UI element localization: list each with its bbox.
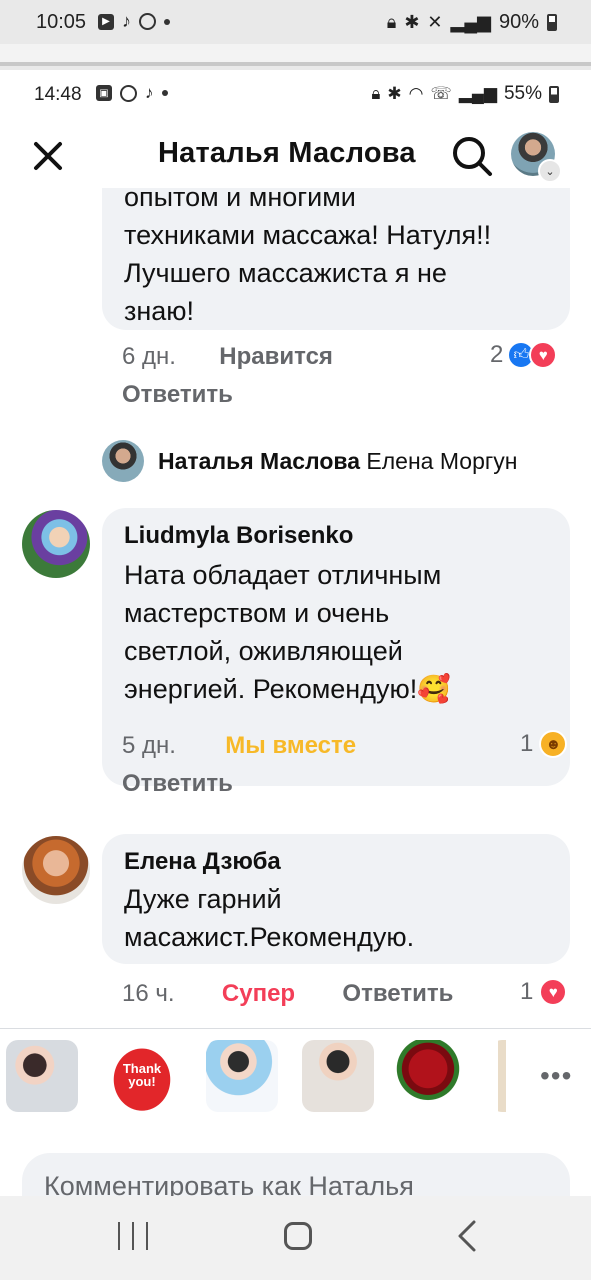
wifi-calling-icon: ☏ (430, 84, 452, 103)
back-icon[interactable] (452, 1218, 484, 1254)
signal-icon: ▂▄▆ (458, 84, 497, 103)
notification-dot-icon (161, 90, 168, 96)
comment-age: 5 дн. (122, 732, 176, 759)
battery-icon (547, 14, 557, 31)
comment-author[interactable]: Елена Дзюба (124, 848, 548, 876)
sticker-rose[interactable] (392, 1040, 464, 1112)
love-reaction-icon: ♥ (529, 341, 558, 369)
sticker-thank-you[interactable]: Thank you! (106, 1040, 178, 1112)
comment-text-line: Ната обладает отличным (124, 560, 442, 590)
sticker-partial[interactable] (490, 1040, 530, 1112)
comment-text-line: энергией. Рекомендую!🥰 (124, 674, 451, 704)
reaction-summary[interactable]: 1 ♥ (520, 978, 568, 1006)
reply-indicator[interactable]: Наталья Маслова Елена Моргун (158, 448, 517, 475)
reaction-count: 1 (520, 730, 534, 757)
outer-status-bar: 10:05 ▶ ♪ 🔒︎ ✱ ✕ ▂▄▆ 90% (0, 0, 591, 44)
instagram-icon (139, 13, 156, 30)
search-icon[interactable] (450, 134, 494, 178)
sticker-tray[interactable]: Thank you! ••• (0, 1030, 591, 1122)
reply-mention: Елена Моргун (366, 448, 518, 474)
comments-header: Наталья Маслова ⌄ (0, 122, 591, 188)
comment-bubble[interactable]: Елена Дзюба Дуже гарний масажист.Рекомен… (102, 834, 570, 964)
avatar[interactable] (22, 510, 90, 578)
outer-battery-percent: 90% (498, 11, 539, 33)
reply-button[interactable]: Ответить (122, 770, 233, 798)
signal-icon: ▂▄▆ (450, 12, 491, 32)
inner-status-bar: 14:48 ▣ ♪ 🔒︎ ✱ ◠ ☏ ▂▄▆ 55% (0, 70, 591, 122)
previous-screen-strip (0, 44, 591, 66)
sticker-thank-you-label: Thank you! (106, 1062, 178, 1088)
outer-status-right-icons: 🔒︎ ✱ ✕ ▂▄▆ 90% (387, 11, 557, 34)
comment-meta: 5 дн. Мы вместе (122, 732, 356, 760)
home-icon[interactable] (284, 1222, 312, 1250)
comment-input[interactable]: Комментировать как Наталья (22, 1153, 570, 1196)
close-icon[interactable] (28, 136, 68, 176)
tiktok-icon: ♪ (122, 11, 131, 31)
outer-status-time: 10:05 (36, 11, 87, 33)
battery-icon (549, 85, 559, 103)
comment-text-line: мастерством и очень (124, 598, 390, 628)
comment-age: 16 ч. (122, 980, 175, 1007)
youtube-icon: ▶ (98, 13, 114, 30)
comment-text-line: светлой, оживляющей (124, 636, 403, 666)
lock-icon: 🔒︎ (386, 12, 397, 32)
outer-status-left-icons: ▶ ♪ (98, 11, 170, 32)
system-navigation-bar (0, 1196, 591, 1280)
bluetooth-icon: ✱ (404, 12, 420, 32)
reaction-count: 2 (490, 341, 504, 368)
comment-text-line: опытом и многими (124, 188, 356, 212)
comment-meta: 6 дн. Нравится (122, 343, 333, 371)
page-title: Наталья Маслова (158, 137, 416, 169)
sticker-text: you! (128, 1074, 156, 1089)
comment-text-line: Дуже гарний (124, 884, 282, 914)
reply-author: Наталья Маслова (158, 448, 361, 474)
super-reaction-button[interactable]: Супер (222, 980, 295, 1007)
inner-battery-percent: 55% (503, 83, 542, 104)
divider (0, 1028, 591, 1029)
wifi-icon: ◠ (408, 84, 424, 103)
reaction-count: 1 (520, 978, 534, 1005)
inner-screen: 14:48 ▣ ♪ 🔒︎ ✱ ◠ ☏ ▂▄▆ 55% Наталья Масло… (0, 70, 591, 1196)
gallery-icon: ▣ (96, 85, 112, 101)
care-reaction-icon: ☻ (539, 730, 568, 758)
comment-age: 6 дн. (122, 343, 176, 370)
bluetooth-icon: ✱ (387, 84, 402, 103)
comment-text-line: Лучшего массажиста я не (124, 258, 447, 288)
reaction-summary[interactable]: 2 👍︎ ♥ (490, 341, 558, 369)
notification-dot-icon (164, 18, 170, 25)
inner-status-right-icons: 🔒︎ ✱ ◠ ☏ ▂▄▆ 55% (371, 83, 559, 105)
more-stickers-icon[interactable]: ••• (540, 1060, 572, 1092)
sticker-avatar-heart[interactable] (6, 1040, 78, 1112)
reply-button[interactable]: Ответить (122, 381, 233, 409)
comment-text-line: техниками массажа! Натуля!! (124, 220, 492, 250)
comment-meta: 16 ч. Супер Ответить (122, 980, 453, 1008)
avatar[interactable] (22, 836, 90, 904)
comment-bubble[interactable]: опытом и многими техниками массажа! Нату… (102, 188, 570, 330)
together-reaction-button[interactable]: Мы вместе (225, 732, 356, 759)
chevron-down-icon[interactable]: ⌄ (538, 159, 562, 183)
tiktok-icon: ♪ (145, 83, 154, 102)
sticker-avatar-hearts[interactable] (206, 1040, 278, 1112)
comment-text-line: масажист.Рекомендую. (124, 922, 415, 952)
inner-status-left-icons: ▣ ♪ (96, 83, 168, 103)
mute-icon: ✕ (427, 12, 443, 32)
lock-icon: 🔒︎ (371, 84, 381, 103)
reply-button[interactable]: Ответить (342, 980, 453, 1007)
facebook-icon (120, 84, 137, 102)
comment-author[interactable]: Liudmyla Borisenko (124, 522, 548, 550)
love-reaction-icon: ♥ (539, 978, 568, 1006)
sticker-avatar-love[interactable] (302, 1040, 374, 1112)
like-button[interactable]: Нравится (219, 343, 333, 370)
comments-list[interactable]: опытом и многими техниками массажа! Нату… (0, 188, 591, 1028)
comment-text-line: знаю! (124, 296, 195, 326)
avatar[interactable] (102, 440, 144, 482)
reaction-summary[interactable]: 1 ☻ (520, 730, 568, 758)
recent-apps-icon[interactable] (118, 1222, 148, 1252)
inner-status-time: 14:48 (34, 84, 82, 105)
